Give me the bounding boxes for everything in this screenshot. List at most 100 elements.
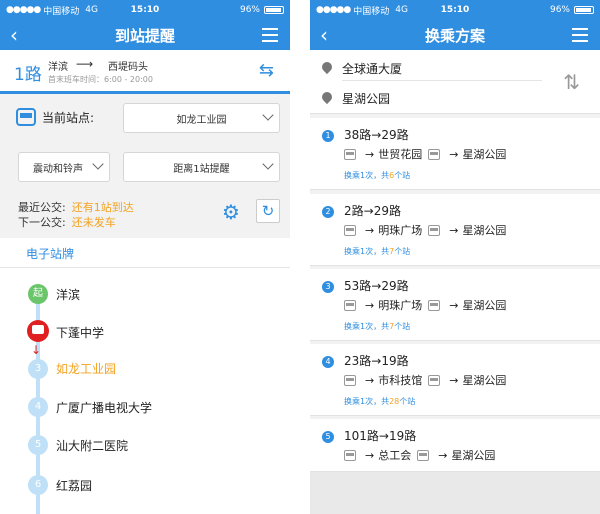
section-title: 电子站牌 xyxy=(26,247,75,261)
stop-name[interactable]: 红荔园 xyxy=(56,477,92,494)
arrow-icon: → xyxy=(365,448,375,462)
arrow-icon: → xyxy=(449,147,459,161)
stop-name[interactable]: 汕大附二医院 xyxy=(56,437,128,454)
plan-steps: → 明珠广场 → 星湖公园 xyxy=(344,297,506,313)
stop-list: 起 洋滨 下蓬中学 ↓ 3 如龙工业园 4 广厦广播电视大学 5 汕大附二医院 … xyxy=(0,268,290,514)
transfer-plan-item[interactable]: 3 53路→29路 → 明珠广场 → 星湖公园 换乘1次，共7个站 xyxy=(310,269,600,341)
transfer-plan-item[interactable]: 1 38路→29路 → 世贸花园 → 星湖公园 换乘1次，共6个站 xyxy=(310,118,600,190)
transfer-stop: 世贸花园 xyxy=(378,148,423,161)
chevron-down-icon xyxy=(262,158,274,170)
arrival-alert-screen: ●●●●● 中国移动 4G 15:10 96% ‹ 到站提醒 1路 洋滨 ⟶ 西… xyxy=(0,0,290,514)
bus-icon xyxy=(344,224,356,236)
arrow-down-icon: ↓ xyxy=(31,343,42,357)
alert-distance-select[interactable]: 距离1站提醒 xyxy=(123,152,280,182)
arrow-icon: → xyxy=(365,223,375,237)
origin-field[interactable]: 全球通大厦 xyxy=(342,60,402,77)
current-station-label: 当前站点: xyxy=(42,111,95,125)
clock: 15:10 xyxy=(440,5,470,15)
e-stop-board-header: 电子站牌 xyxy=(0,238,290,268)
transfer-plan-item[interactable]: 2 2路→29路 → 明珠广场 → 星湖公园 换乘1次，共7个站 xyxy=(310,194,600,266)
plan-destination: 星湖公园 xyxy=(462,148,507,161)
stop-number-icon: 3 xyxy=(28,359,48,379)
stop-name[interactable]: 下蓬中学 xyxy=(56,324,104,341)
arrow-icon: → xyxy=(449,373,459,387)
arrow-icon: → xyxy=(449,298,459,312)
stop-name[interactable]: 广厦广播电视大学 xyxy=(56,399,152,416)
arrow-icon: → xyxy=(438,448,448,462)
long-arrow-icon: ⟶ xyxy=(76,57,94,71)
transfer-stop: 明珠广场 xyxy=(378,224,423,237)
swap-endpoints-icon[interactable]: ⇅ xyxy=(563,70,580,94)
page-title: 换乘方案 xyxy=(424,26,485,45)
route-number: 1路 xyxy=(14,65,42,85)
status-bar: ●●●●● 中国移动 4G 15:10 96% xyxy=(310,0,600,20)
transfer-stop: 明珠广场 xyxy=(378,299,423,312)
trip-endpoints: 全球通大厦 星湖公园 ⇅ xyxy=(310,50,600,114)
recent-bus-status: 还有1站到达 xyxy=(71,201,134,214)
nav-bar: ‹ 换乘方案 xyxy=(310,20,600,50)
route-destination: 西堤码头 xyxy=(108,62,148,73)
back-icon[interactable]: ‹ xyxy=(10,20,18,50)
bus-icon xyxy=(428,148,441,160)
service-hours: 首末班车时间：6:00 - 20:00 xyxy=(48,75,153,84)
page-title: 到站提醒 xyxy=(114,26,175,45)
stop-name[interactable]: 洋滨 xyxy=(56,286,80,303)
plan-destination: 星湖公园 xyxy=(451,449,496,462)
plan-summary: 换乘1次，共6个站 xyxy=(344,171,411,180)
plan-number-badge: 5 xyxy=(322,431,334,443)
arrow-icon: → xyxy=(449,223,459,237)
bus-icon xyxy=(344,449,356,461)
stop-number-icon: 4 xyxy=(28,397,48,417)
plan-steps: → 总工会 → 星湖公园 xyxy=(344,447,495,463)
chevron-down-icon xyxy=(92,158,104,170)
plan-number-badge: 4 xyxy=(322,356,334,368)
menu-icon[interactable] xyxy=(262,28,278,42)
bottom-area xyxy=(310,472,600,514)
plan-title: 2路→29路 xyxy=(344,204,401,218)
plan-title: 23路→19路 xyxy=(344,354,409,368)
plan-summary: 换乘1次，共7个站 xyxy=(344,322,411,331)
chevron-down-icon xyxy=(262,109,274,121)
recent-bus-info: 最近公交: 还有1站到达 xyxy=(18,199,134,215)
plan-destination: 星湖公园 xyxy=(462,374,507,387)
plan-title: 53路→29路 xyxy=(344,279,409,293)
route-origin: 洋滨 xyxy=(48,62,68,73)
refresh-icon[interactable]: ↻ xyxy=(256,199,280,223)
alert-mode-select[interactable]: 震动和铃声 xyxy=(18,152,110,182)
stop-number-icon: 5 xyxy=(28,435,48,455)
plan-summary: 换乘1次，共7个站 xyxy=(344,247,411,256)
status-bar: ●●●●● 中国移动 4G 15:10 96% xyxy=(0,0,290,20)
next-bus-info: 下一公交: 还未发车 xyxy=(18,214,116,230)
arrow-icon: → xyxy=(365,298,375,312)
swap-direction-icon[interactable]: ⇆ xyxy=(259,60,274,81)
transfer-stop: 市科技馆 xyxy=(378,374,423,387)
current-stop-name[interactable]: 如龙工业园 xyxy=(56,360,116,377)
transfer-stop: 总工会 xyxy=(378,449,412,462)
plan-number-badge: 2 xyxy=(322,206,334,218)
bus-station-icon xyxy=(16,108,36,126)
destination-field[interactable]: 星湖公园 xyxy=(342,90,390,107)
bus-icon xyxy=(428,299,441,311)
bus-icon xyxy=(428,374,441,386)
stop-number-icon: 6 xyxy=(28,475,48,495)
plan-title: 101路→19路 xyxy=(344,429,417,443)
plan-destination: 星湖公园 xyxy=(462,299,507,312)
plan-number-badge: 3 xyxy=(322,281,334,293)
bus-location-icon xyxy=(27,320,49,342)
bus-icon xyxy=(344,148,356,160)
location-pin-icon xyxy=(319,89,335,105)
plan-steps: → 市科技馆 → 星湖公园 xyxy=(344,372,506,388)
plan-steps: → 世贸花园 → 星湖公园 xyxy=(344,146,506,162)
current-station-select[interactable]: 如龙工业园 xyxy=(123,103,280,133)
gear-icon[interactable]: ⚙ xyxy=(222,200,240,224)
plan-title: 38路→29路 xyxy=(344,128,409,142)
bus-icon xyxy=(344,374,356,386)
transfer-plan-item[interactable]: 5 101路→19路 → 总工会 → 星湖公园 xyxy=(310,419,600,472)
transfer-plan-item[interactable]: 4 23路→19路 → 市科技馆 → 星湖公园 换乘1次，共28个站 xyxy=(310,344,600,416)
menu-icon[interactable] xyxy=(572,28,588,42)
back-icon[interactable]: ‹ xyxy=(320,20,328,50)
bus-icon xyxy=(428,224,441,236)
clock: 15:10 xyxy=(130,5,160,15)
arrow-icon: → xyxy=(365,147,375,161)
next-bus-label: 下一公交: xyxy=(18,216,66,229)
